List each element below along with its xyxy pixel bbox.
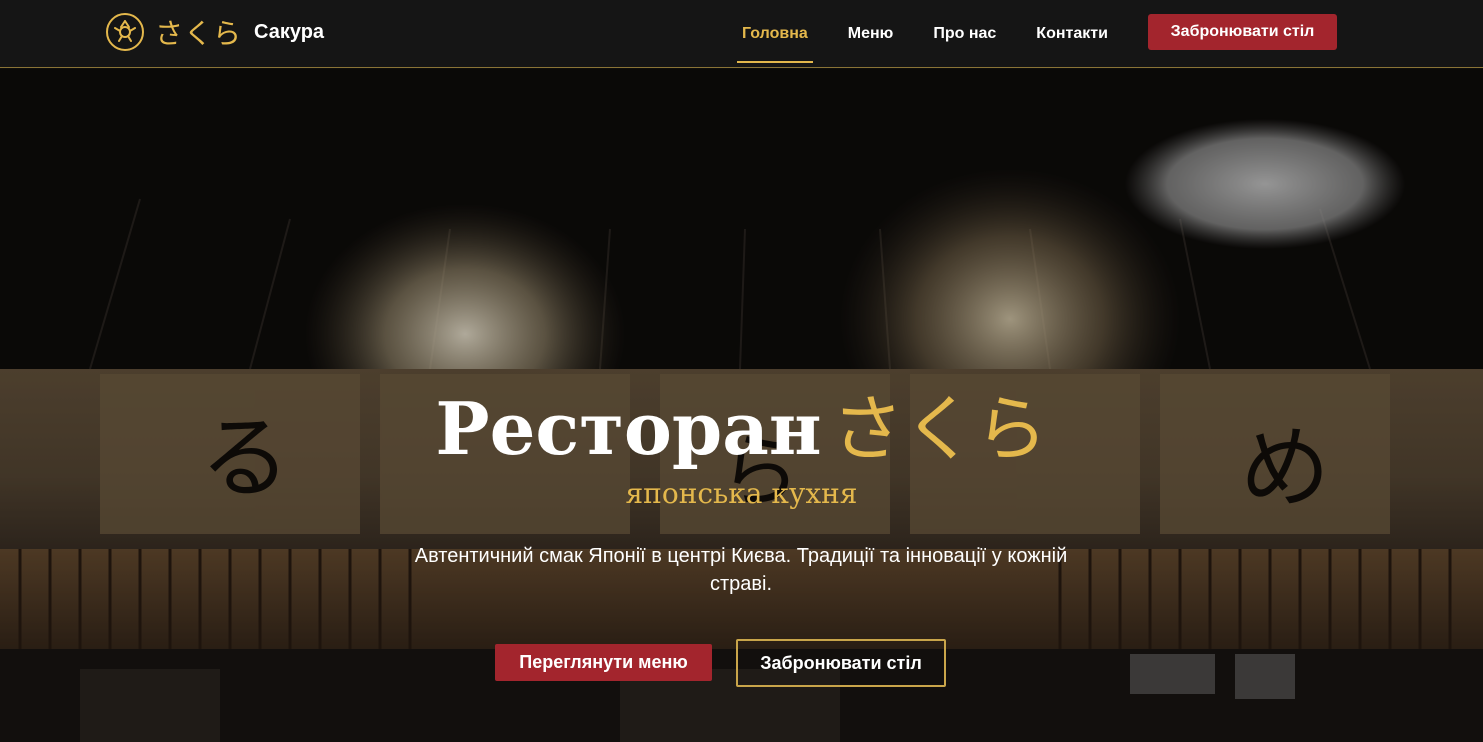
hero-description: Автентичний смак Японії в центрі Києва. … bbox=[414, 545, 1068, 595]
brand-logo[interactable]: さくら Сакура bbox=[105, 12, 324, 52]
hero-title-text: Ресторан bbox=[435, 386, 822, 471]
sakura-flower-icon bbox=[106, 13, 144, 51]
main-nav: Головна Меню Про нас Контакти bbox=[737, 0, 1143, 68]
hero-section: る ら め Ресторан さくら японська кухня Автент… bbox=[0, 69, 1483, 742]
hero-subtitle: японська кухня bbox=[625, 477, 858, 510]
hero-title: Ресторан さくら bbox=[0, 386, 1483, 472]
navbar: さくら Сакура Головна Меню Про нас Контакти… bbox=[0, 0, 1483, 68]
nav-link-about[interactable]: Про нас bbox=[928, 20, 1001, 48]
nav-link-menu[interactable]: Меню bbox=[843, 20, 899, 48]
nav-link-home[interactable]: Головна bbox=[737, 20, 813, 63]
reserve-table-button[interactable]: Забронювати стіл bbox=[736, 639, 946, 687]
brand-jp-name: さくら bbox=[155, 17, 243, 50]
brand-name: Сакура bbox=[254, 20, 325, 43]
nav-reserve-button[interactable]: Забронювати стіл bbox=[1148, 14, 1337, 50]
hero-content: Ресторан さくら японська кухня Автентичний с… bbox=[0, 69, 1483, 742]
view-menu-button[interactable]: Переглянути меню bbox=[495, 644, 712, 681]
hero-title-jp: さくら bbox=[831, 387, 1048, 471]
nav-link-contacts[interactable]: Контакти bbox=[1031, 20, 1113, 48]
